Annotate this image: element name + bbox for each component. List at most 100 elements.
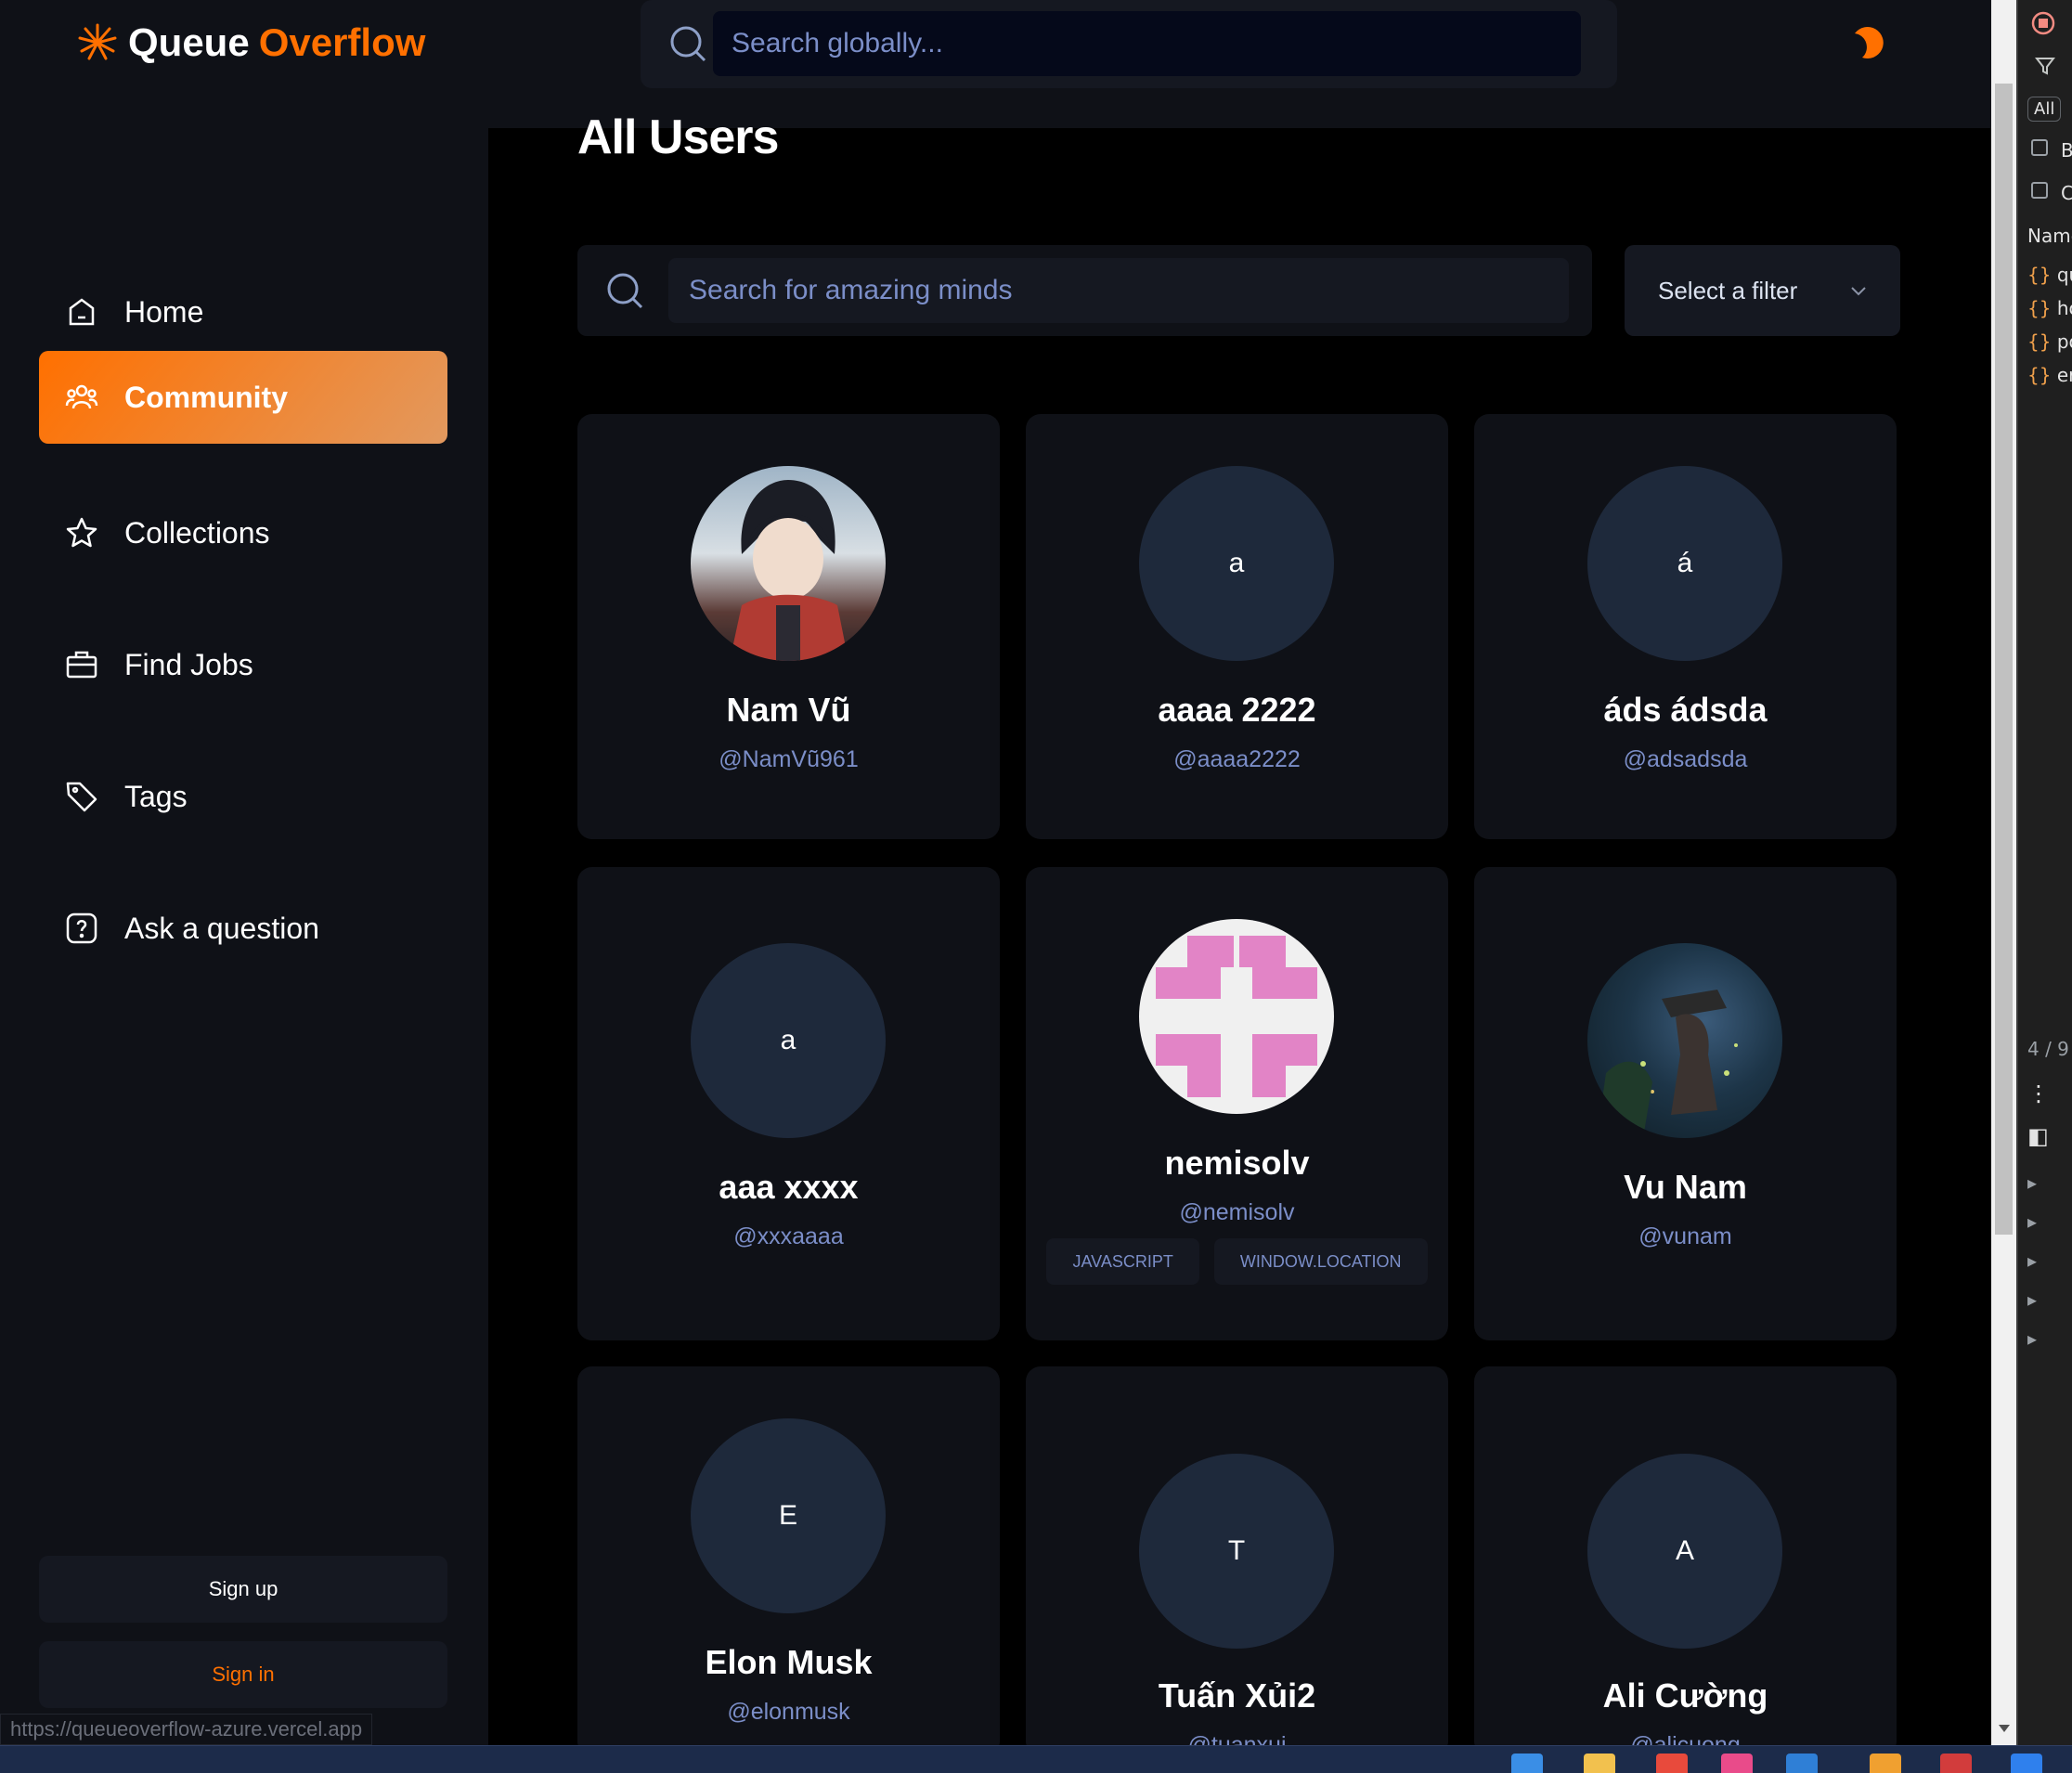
user-handle: @nemisolv	[1179, 1199, 1295, 1225]
dock-side-icon[interactable]: ◧	[2027, 1123, 2049, 1149]
user-name: nemisolv	[1164, 1144, 1310, 1182]
sidebar-item-label: Tags	[124, 779, 188, 813]
user-avatar-initial: a	[1139, 466, 1334, 661]
user-handle: @xxxaaaa	[733, 1223, 844, 1249]
user-card[interactable]: A Ali Cường @alicuong	[1474, 1366, 1897, 1756]
sidebar-item-community[interactable]: Community	[39, 351, 447, 444]
devtools-row-label: B	[2061, 139, 2072, 162]
user-card[interactable]: Vu Nam @vunam	[1474, 867, 1897, 1340]
status-bar-url: https://queueoverflow-azure.vercel.app	[0, 1714, 373, 1745]
devtools-request-row[interactable]: {} er	[2027, 364, 2072, 386]
user-avatar-image	[691, 466, 886, 661]
user-name: Ali Cường	[1602, 1676, 1768, 1715]
app-icon[interactable]	[1721, 1754, 1753, 1773]
app-icon[interactable]	[1870, 1754, 1901, 1773]
user-card[interactable]: Nam Vũ @NamVũ961	[577, 414, 1000, 839]
star-icon	[66, 517, 97, 548]
users-icon	[65, 384, 98, 409]
user-handle: @NamVũ961	[719, 746, 859, 772]
left-sidebar: Home Community Collections Find Jobs Tag…	[0, 128, 488, 1745]
user-name: Tuấn Xủi2	[1158, 1676, 1316, 1715]
expand-arrow-icon[interactable]: ▸	[2027, 1327, 2037, 1350]
page-scrollbar[interactable]	[1991, 0, 2016, 1745]
tag-badge[interactable]: JAVASCRIPT	[1046, 1238, 1199, 1285]
sign-up-button[interactable]: Sign up	[39, 1556, 447, 1623]
logo-text-accent: Overflow	[258, 20, 426, 64]
file-explorer-icon[interactable]	[1584, 1754, 1615, 1773]
code-editor-icon[interactable]	[1786, 1754, 1818, 1773]
tag-badge[interactable]: WINDOW.LOCATION	[1213, 1238, 1428, 1285]
code-icon: {}	[2027, 264, 2052, 286]
filter-icon[interactable]	[2035, 56, 2055, 76]
devtools-request-row[interactable]: {} ho	[2027, 297, 2072, 319]
sidebar-item-ask-question[interactable]: Ask a question	[39, 882, 447, 975]
devtools-checkbox[interactable]	[2031, 182, 2048, 199]
user-name: áds ádsda	[1603, 691, 1768, 729]
chevron-down-icon	[1851, 287, 1866, 296]
user-card[interactable]: E Elon Musk @elonmusk	[577, 1366, 1000, 1756]
expand-arrow-icon[interactable]: ▸	[2027, 1249, 2037, 1272]
sign-in-button[interactable]: Sign in	[39, 1641, 447, 1708]
sidebar-item-label: Ask a question	[124, 911, 319, 945]
sidebar-item-home[interactable]: Home	[39, 265, 447, 358]
sidebar-item-label: Collections	[124, 515, 270, 550]
browser-icon[interactable]	[1656, 1754, 1688, 1773]
user-name: Vu Nam	[1624, 1168, 1747, 1206]
devtools-request-row[interactable]: {} qu	[2027, 264, 2072, 286]
user-card[interactable]: a aaaa 2222 @aaaa2222	[1026, 414, 1448, 839]
user-handle: @aaaa2222	[1173, 746, 1301, 772]
filter-select[interactable]: Select a filter	[1625, 245, 1900, 336]
scrollbar-thumb[interactable]	[1995, 84, 2013, 1235]
user-handle: @elonmusk	[727, 1699, 850, 1725]
logo-burst-icon	[78, 23, 117, 60]
expand-arrow-icon[interactable]: ▸	[2027, 1210, 2037, 1233]
global-search-input[interactable]	[713, 11, 1581, 76]
app-icon[interactable]	[2011, 1754, 2042, 1773]
sidebar-item-find-jobs[interactable]: Find Jobs	[39, 618, 447, 711]
user-search-input[interactable]	[668, 258, 1569, 323]
logo-text-primary: Queue	[128, 20, 250, 64]
user-handle: @vunam	[1638, 1223, 1732, 1249]
code-icon: {}	[2027, 330, 2052, 353]
devtools-panel: All B C Name {} qu {} ho {} po {} er 4 /…	[2016, 0, 2072, 1745]
top-navbar: Queue Overflow	[0, 0, 1991, 128]
code-icon: {}	[2027, 364, 2052, 386]
devtools-checkbox[interactable]	[2031, 139, 2048, 156]
user-tags: JAVASCRIPT WINDOW.LOCATION	[1026, 1238, 1448, 1285]
user-search-bar	[577, 245, 1592, 336]
devtools-request-row[interactable]: {} po	[2027, 330, 2072, 353]
chrome-icon[interactable]	[1940, 1754, 1972, 1773]
user-card[interactable]: á áds ádsda @adsadsda	[1474, 414, 1897, 839]
home-icon	[69, 298, 95, 326]
record-stop-icon[interactable]	[2031, 11, 2055, 35]
more-vert-icon[interactable]: ⋮	[2027, 1081, 2050, 1107]
user-avatar-initial: a	[691, 943, 886, 1138]
search-icon	[670, 26, 706, 62]
user-handle: @adsadsda	[1623, 746, 1748, 772]
user-avatar-identicon	[1139, 919, 1334, 1114]
expand-arrow-icon[interactable]: ▸	[2027, 1288, 2037, 1311]
moon-icon[interactable]	[1851, 24, 1888, 61]
user-card[interactable]: a aaa xxxx @xxxaaaa	[577, 867, 1000, 1340]
sidebar-item-collections[interactable]: Collections	[39, 486, 447, 579]
user-card[interactable]: T Tuấn Xủi2 @tuanxui	[1026, 1366, 1448, 1756]
user-card[interactable]: nemisolv @nemisolv JAVASCRIPT WINDOW.LOC…	[1026, 867, 1448, 1340]
devtools-name-header: Name	[2027, 225, 2072, 247]
code-icon: {}	[2027, 297, 2052, 319]
scroll-down-arrow-icon[interactable]	[1999, 1725, 2010, 1732]
os-taskbar	[0, 1745, 2072, 1773]
windows-start-icon[interactable]	[1511, 1754, 1543, 1773]
devtools-filter-all[interactable]: All	[2027, 97, 2062, 122]
user-name: Nam Vũ	[726, 691, 851, 729]
user-name: aaa xxxx	[719, 1168, 859, 1206]
user-name: Elon Musk	[705, 1643, 873, 1681]
user-avatar-initial: T	[1139, 1454, 1334, 1649]
devtools-row-label: C	[2061, 182, 2072, 204]
user-avatar-initial: á	[1587, 466, 1782, 661]
tag-icon	[66, 782, 97, 812]
user-name: aaaa 2222	[1158, 691, 1316, 729]
filter-select-label: Select a filter	[1658, 276, 1798, 304]
expand-arrow-icon[interactable]: ▸	[2027, 1171, 2037, 1194]
sidebar-item-tags[interactable]: Tags	[39, 750, 447, 843]
logo[interactable]: Queue Overflow	[76, 19, 425, 67]
